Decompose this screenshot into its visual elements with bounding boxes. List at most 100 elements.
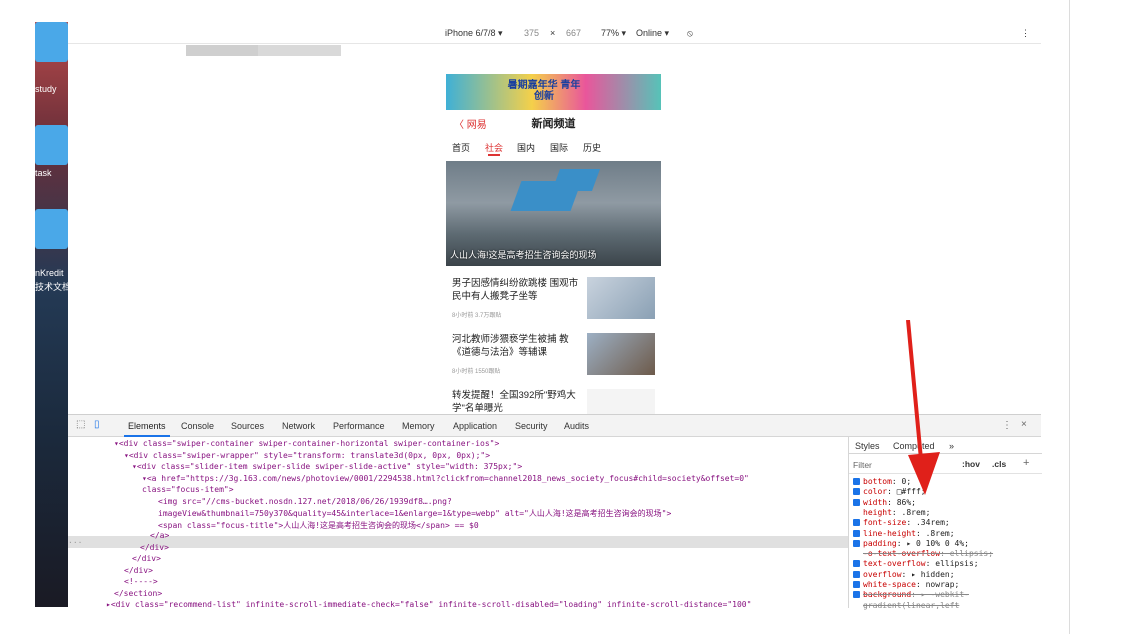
tab-sources[interactable]: Sources xyxy=(231,421,264,431)
property-name[interactable]: line-height xyxy=(863,529,916,538)
tab-domestic[interactable]: 国内 xyxy=(517,141,535,154)
dom-node-line[interactable]: <img src="//cms-bucket.nosdn.127.net/201… xyxy=(158,497,452,506)
property-value[interactable]: : nowrap; xyxy=(916,580,959,589)
desktop-folder-icon[interactable] xyxy=(35,22,68,62)
style-declaration[interactable]: line-height: .8rem; xyxy=(853,529,955,538)
node-ellipsis[interactable]: ... xyxy=(68,536,82,545)
declaration-checkbox[interactable] xyxy=(853,539,860,547)
styles-filter-input[interactable]: Filter xyxy=(853,460,872,470)
property-value[interactable]: : .8rem; xyxy=(892,508,931,517)
property-name[interactable]: -o-text-overflow xyxy=(863,549,940,558)
dom-node-line[interactable]: ▾<div class="swiper-wrapper" style="tran… xyxy=(124,451,490,460)
desktop-folder-icon[interactable] xyxy=(35,125,68,165)
dom-node-line[interactable]: imageView&thumbnail=750y370&quality=45&i… xyxy=(158,508,671,519)
back-link[interactable]: 〈 网易 xyxy=(454,116,487,131)
property-value[interactable]: : .8rem; xyxy=(916,529,955,538)
device-height-input[interactable]: 667 xyxy=(566,28,581,38)
dom-node-line[interactable]: class="focus-item"> xyxy=(142,485,234,494)
dom-node-line[interactable]: </div> xyxy=(132,554,161,563)
property-name[interactable]: font-size xyxy=(863,518,906,527)
property-value[interactable]: gradient(linear,left xyxy=(863,601,959,610)
style-declaration[interactable]: gradient(linear,left xyxy=(853,601,959,610)
more-tabs-icon[interactable]: » xyxy=(949,441,954,451)
dom-node-line[interactable]: </div> xyxy=(140,543,169,552)
property-name[interactable]: overflow xyxy=(863,570,902,579)
property-name[interactable]: height xyxy=(863,508,892,517)
tab-console[interactable]: Console xyxy=(181,421,214,431)
style-declaration[interactable]: -o-text-overflow: ellipsis; xyxy=(853,549,993,558)
property-name[interactable]: background xyxy=(863,590,911,599)
declaration-checkbox[interactable] xyxy=(853,570,860,578)
declaration-checkbox[interactable] xyxy=(853,591,860,599)
tab-security[interactable]: Security xyxy=(515,421,548,431)
declaration-checkbox[interactable] xyxy=(853,488,860,496)
promo-banner[interactable]: 暑期嘉年华 青年创新 xyxy=(446,74,661,110)
tab-history[interactable]: 历史 xyxy=(583,141,601,154)
dom-node-line[interactable]: <!----> xyxy=(124,577,158,586)
tab-memory[interactable]: Memory xyxy=(402,421,435,431)
declaration-checkbox[interactable] xyxy=(853,550,860,557)
tab-performance[interactable]: Performance xyxy=(333,421,385,431)
zoom-select[interactable]: 77% ▾ xyxy=(601,28,626,39)
tab-styles[interactable]: Styles xyxy=(855,441,880,451)
tab-international[interactable]: 国际 xyxy=(550,141,568,154)
dom-node-line[interactable]: ▾<a href="https://3g.163.com/news/photov… xyxy=(142,474,749,483)
hov-toggle[interactable]: :hov xyxy=(962,459,980,469)
news-item[interactable]: 河北教师涉猥亵学生被捕 教《道德与法治》等辅课 8小时前 1550跟贴 xyxy=(452,333,657,383)
inspect-element-icon[interactable]: ⬚ xyxy=(76,419,85,430)
property-value[interactable]: : ▸ 0 10% 0 4%; xyxy=(897,539,969,548)
tab-elements[interactable]: Elements xyxy=(128,421,166,431)
more-options-icon[interactable]: ⋮ xyxy=(1021,28,1030,39)
dom-node-line[interactable]: ▸<div class="recommend-list" infinite-sc… xyxy=(106,600,751,609)
devtools-menu-icon[interactable]: ⋮ xyxy=(1002,420,1012,431)
property-value[interactable]: : ▸ hidden; xyxy=(902,570,955,579)
elements-tree[interactable]: ... ▾<div class="swiper-container swiper… xyxy=(68,437,848,609)
tab-application[interactable]: Application xyxy=(453,421,497,431)
declaration-checkbox[interactable] xyxy=(853,560,860,568)
property-value[interactable]: : ellipsis; xyxy=(926,559,979,568)
property-value[interactable]: : ▸ -webkit- xyxy=(911,590,969,599)
rotate-icon[interactable]: ⦸ xyxy=(687,28,693,39)
style-declaration[interactable]: background: ▸ -webkit- xyxy=(853,590,969,599)
style-declaration[interactable]: overflow: ▸ hidden; xyxy=(853,570,955,579)
declaration-checkbox[interactable] xyxy=(853,519,860,527)
declaration-checkbox[interactable] xyxy=(853,581,860,588)
style-declaration[interactable]: height: .8rem; xyxy=(853,508,930,517)
declaration-checkbox[interactable] xyxy=(853,602,860,609)
property-name[interactable]: color xyxy=(863,487,887,496)
dom-node-line[interactable]: ▾<div class="swiper-container swiper-con… xyxy=(114,439,499,448)
add-rule-icon[interactable]: + xyxy=(1023,457,1029,469)
close-devtools-icon[interactable]: × xyxy=(1021,419,1027,430)
network-select[interactable]: Online ▾ xyxy=(636,28,669,39)
style-declaration[interactable]: padding: ▸ 0 10% 0 4%; xyxy=(853,539,969,548)
dom-node-line[interactable]: </a> xyxy=(150,531,169,540)
declaration-checkbox[interactable] xyxy=(853,478,860,485)
tab-audits[interactable]: Audits xyxy=(564,421,589,431)
desktop-folder-icon[interactable] xyxy=(35,209,68,249)
property-value[interactable]: : ellipsis; xyxy=(940,549,993,558)
device-width-input[interactable]: 375 xyxy=(524,28,539,38)
style-declaration[interactable]: font-size: .34rem; xyxy=(853,518,950,527)
declaration-checkbox[interactable] xyxy=(853,498,860,506)
news-item[interactable]: 男子因感情纠纷欲跳楼 围观市民中有人搬凳子坐等 8小时前 3.7万跟贴 xyxy=(452,277,657,327)
property-name[interactable]: padding xyxy=(863,539,897,548)
dom-node-line[interactable]: <span class="focus-title">人山人海!这是高考招生咨询会… xyxy=(158,520,479,531)
dom-node-line[interactable]: </section> xyxy=(114,589,162,598)
property-name[interactable]: text-overflow xyxy=(863,559,926,568)
style-declaration[interactable]: white-space: nowrap; xyxy=(853,580,959,589)
device-select[interactable]: iPhone 6/7/8 ▾ xyxy=(445,28,503,39)
declaration-checkbox[interactable] xyxy=(853,529,860,537)
property-value[interactable]: : .34rem; xyxy=(906,518,949,527)
media-query-bar-segment[interactable] xyxy=(186,45,258,56)
declaration-checkbox[interactable] xyxy=(853,509,860,516)
device-toggle-icon[interactable]: ▯ xyxy=(94,419,100,430)
dom-node-line[interactable]: </div> xyxy=(124,566,153,575)
tab-network[interactable]: Network xyxy=(282,421,315,431)
style-declaration[interactable]: text-overflow: ellipsis; xyxy=(853,559,979,568)
property-name[interactable]: bottom xyxy=(863,477,892,486)
cls-toggle[interactable]: .cls xyxy=(992,459,1006,469)
property-name[interactable]: white-space xyxy=(863,580,916,589)
tab-society[interactable]: 社会 xyxy=(485,141,503,154)
news-item[interactable]: 转发提醒！全国392所"野鸡大学"名单曝光 xyxy=(452,389,657,414)
property-name[interactable]: width xyxy=(863,498,887,507)
